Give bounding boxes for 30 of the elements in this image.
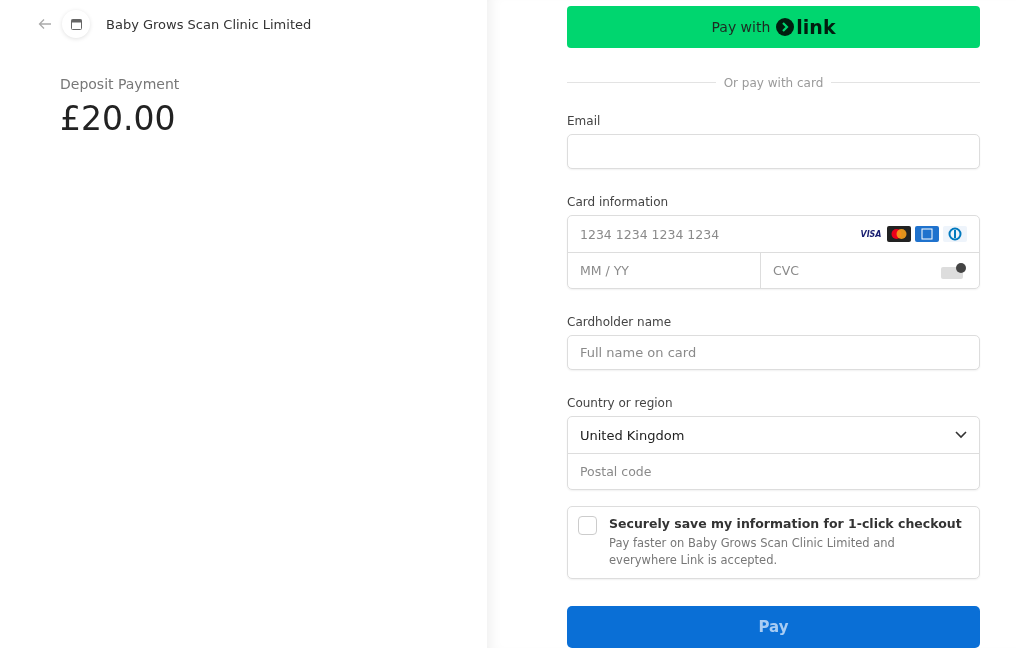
field-label: Email	[567, 113, 601, 128]
cvc-card-icon	[941, 262, 967, 279]
address-field[interactable]: United Kingdom Postal code	[567, 416, 980, 491]
card-information-field[interactable]: 1234 1234 1234 1234 VISA MM / YY CVC	[567, 215, 980, 289]
postal-code-field[interactable]: Postal code	[568, 454, 979, 490]
field-label: Country or region	[567, 396, 673, 411]
save-info-checkbox[interactable]	[578, 516, 597, 536]
payment-description: Deposit Payment	[60, 76, 180, 92]
email-field[interactable]	[567, 133, 980, 169]
mastercard-icon	[887, 226, 911, 242]
cvc-field[interactable]: CVC	[761, 253, 941, 288]
back-arrow-icon[interactable]	[38, 17, 52, 31]
divider-text: Or pay with card	[723, 75, 824, 90]
chevron-down-icon	[955, 431, 967, 440]
save-info-title: Securely save my information for 1-click checkout	[609, 516, 963, 532]
link-logo-icon	[776, 17, 795, 36]
merchant-name: Baby Grows Scan Clinic Limited	[106, 16, 312, 32]
payment-amount: £20.00	[60, 99, 176, 138]
pay-with-link-button[interactable]: Pay with link	[567, 6, 980, 48]
field-label: Card information	[567, 195, 669, 209]
store-logo-icon	[62, 10, 90, 38]
card-number-field[interactable]: 1234 1234 1234 1234	[568, 216, 859, 252]
save-info-description: Pay faster on Baby Grows Scan Clinic Limited and everywhere Link is accepted.	[609, 535, 896, 570]
country-select[interactable]: United Kingdom	[568, 417, 979, 454]
amex-card-icon	[915, 226, 939, 242]
diners-card-icon	[943, 226, 967, 242]
field-label: Cardholder name	[567, 315, 672, 329]
expiry-field[interactable]: MM / YY	[568, 253, 748, 288]
cardholder-name-field[interactable]: Full name on card	[567, 335, 980, 371]
visa-card-icon: VISA	[859, 226, 883, 242]
